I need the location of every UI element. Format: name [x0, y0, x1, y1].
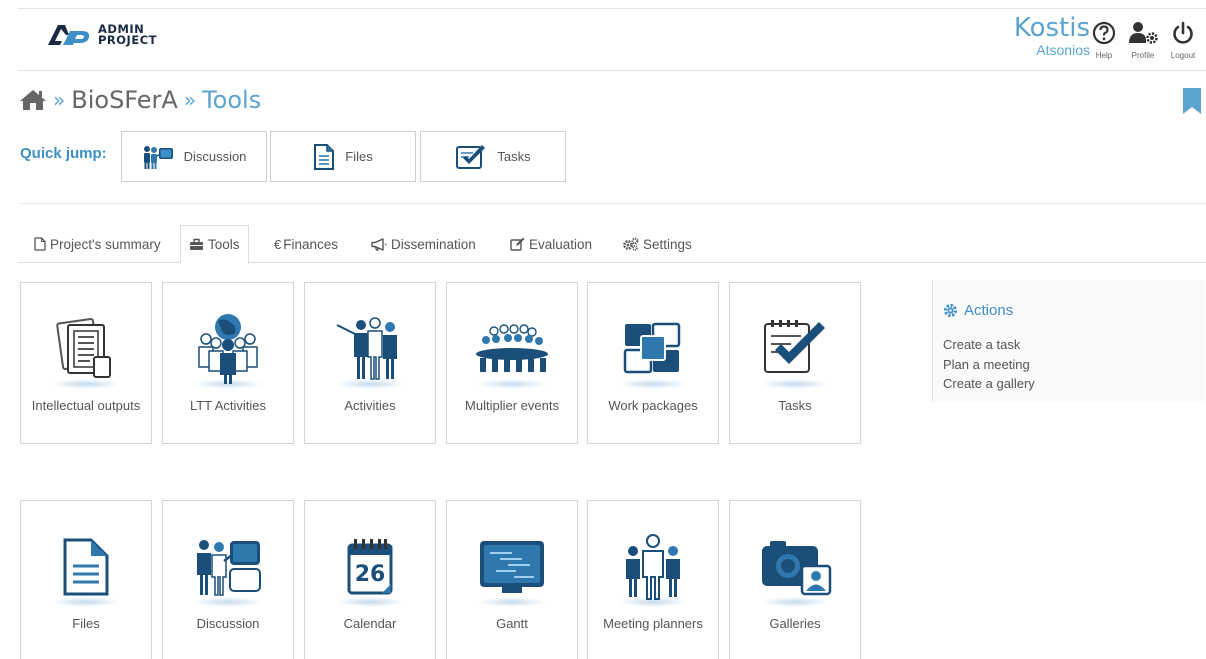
logout-button[interactable]: Logout [1166, 21, 1200, 60]
discussion-icon [143, 145, 173, 169]
presentation-people-icon [305, 309, 435, 389]
tab-evaluation[interactable]: Evaluation [502, 225, 600, 263]
tasks-icon [456, 144, 486, 169]
tab-tools[interactable]: Tools [180, 225, 249, 264]
breadcrumb-current: Tools [202, 86, 262, 114]
tab-label: Evaluation [529, 236, 593, 252]
megaphone-icon [371, 237, 387, 251]
file-icon [314, 143, 335, 170]
edit-icon [510, 237, 525, 251]
gears-icon [623, 237, 639, 251]
tool-label: Discussion [196, 615, 260, 631]
tool-label: Work packages [608, 397, 698, 413]
help-label: Help [1095, 51, 1113, 60]
meeting-table-icon [447, 309, 577, 389]
meeting-planner-icon [588, 527, 718, 607]
actions-panel: Actions Create a task Plan a meeting Cre… [932, 280, 1204, 402]
user-gear-icon [1129, 22, 1158, 44]
file-icon [21, 527, 151, 607]
project-tabs: Project's summary Tools € Finances Disse… [18, 225, 1206, 264]
tool-label: Intellectual outputs [31, 397, 141, 413]
user-first-name: Kostis [1013, 13, 1090, 43]
tab-projects-summary[interactable]: Project's summary [26, 225, 169, 263]
tool-tile-work-packages[interactable]: Work packages [587, 282, 719, 444]
quick-jump-label-files: Files [345, 149, 373, 164]
actions-title-text: Actions [964, 302, 1014, 319]
app-header: ADMIN PROJECT Kostis Atsonios Help Profi… [18, 9, 1206, 71]
bookmark-icon [1183, 88, 1201, 114]
quick-jump-files-button[interactable]: Files [270, 131, 416, 182]
app-logo[interactable]: ADMIN PROJECT [46, 23, 157, 47]
quick-jump-label-tasks: Tasks [497, 149, 531, 164]
tool-label: Tasks [778, 397, 812, 413]
actions-title: Actions [943, 302, 1204, 319]
quick-jump-tasks-button[interactable]: Tasks [420, 131, 566, 182]
tab-label: Finances [283, 236, 339, 252]
packages-icon [588, 309, 718, 389]
calendar-icon: 26 [305, 527, 435, 607]
tab-settings[interactable]: Settings [614, 225, 700, 263]
profile-button[interactable]: Profile [1126, 21, 1160, 60]
action-create-gallery-link[interactable]: Create a gallery [943, 374, 1204, 394]
tool-label: Meeting planners [603, 615, 703, 631]
documents-icon [21, 309, 151, 389]
bookmark-button[interactable] [1182, 88, 1202, 119]
toolbox-icon [190, 238, 203, 250]
discussion-icon [163, 527, 293, 607]
gallery-icon [730, 527, 860, 607]
breadcrumb-separator: » [53, 88, 66, 112]
power-icon [1173, 21, 1193, 44]
quick-jump-discussion-button[interactable]: Discussion [121, 131, 267, 182]
tool-tile-meeting-planners[interactable]: Meeting planners [587, 500, 719, 659]
tool-label: Multiplier events [465, 397, 559, 413]
tool-label: Activities [344, 397, 396, 413]
help-icon [1092, 21, 1116, 45]
tool-label: Files [72, 615, 100, 631]
help-button[interactable]: Help [1087, 21, 1121, 60]
admin-project-logo-icon [48, 25, 90, 45]
tool-tile-ltt-activities[interactable]: LTT Activities [162, 282, 294, 444]
tool-tile-intellectual-outputs[interactable]: Intellectual outputs [20, 282, 152, 444]
breadcrumb-separator: » [183, 88, 197, 112]
tool-tile-files[interactable]: Files [20, 500, 152, 659]
tool-label: Calendar [343, 615, 397, 631]
tab-label: Tools [208, 237, 240, 252]
logo-line-2: PROJECT [98, 33, 157, 47]
action-create-task-link[interactable]: Create a task [943, 335, 1204, 355]
tool-tile-galleries[interactable]: Galleries [729, 500, 861, 659]
home-icon[interactable] [19, 88, 47, 112]
quick-jump-label-discussion: Discussion [183, 149, 247, 164]
euro-icon: € [274, 236, 282, 252]
tab-dissemination[interactable]: Dissemination [363, 225, 484, 263]
tool-tile-calendar[interactable]: 26 Calendar [304, 500, 436, 659]
tool-tile-activities[interactable]: Activities [304, 282, 436, 444]
tab-label: Project's summary [50, 236, 161, 252]
breadcrumb: » BioSFerA » Tools [19, 86, 261, 114]
tool-tile-gantt[interactable]: Gantt [446, 500, 578, 659]
gear-icon [943, 303, 958, 318]
breadcrumb-project[interactable]: BioSFerA [71, 86, 178, 114]
tab-label: Dissemination [391, 236, 476, 252]
document-icon [34, 237, 46, 251]
action-plan-meeting-link[interactable]: Plan a meeting [943, 355, 1204, 375]
user-last-name: Atsonios [1036, 42, 1090, 58]
tab-label: Settings [643, 236, 692, 252]
profile-label: Profile [1131, 51, 1155, 60]
logout-label: Logout [1170, 51, 1196, 60]
section-divider [18, 203, 1206, 204]
tool-tile-multiplier-events[interactable]: Multiplier events [446, 282, 578, 444]
tasks-icon [730, 309, 860, 389]
tab-finances[interactable]: € Finances [266, 225, 346, 263]
logo-text: ADMIN PROJECT [98, 23, 157, 47]
tool-label: Gantt [496, 615, 528, 631]
user-name[interactable]: Kostis Atsonios [1013, 13, 1090, 59]
gantt-icon [447, 527, 577, 607]
globe-people-icon [163, 309, 293, 389]
tool-tile-tasks[interactable]: Tasks [729, 282, 861, 444]
calendar-day: 26 [355, 562, 386, 587]
tool-label: LTT Activities [189, 397, 267, 413]
tool-tile-discussion[interactable]: Discussion [162, 500, 294, 659]
quick-jump-label: Quick jump: [20, 145, 107, 162]
tool-label: Galleries [769, 615, 821, 631]
